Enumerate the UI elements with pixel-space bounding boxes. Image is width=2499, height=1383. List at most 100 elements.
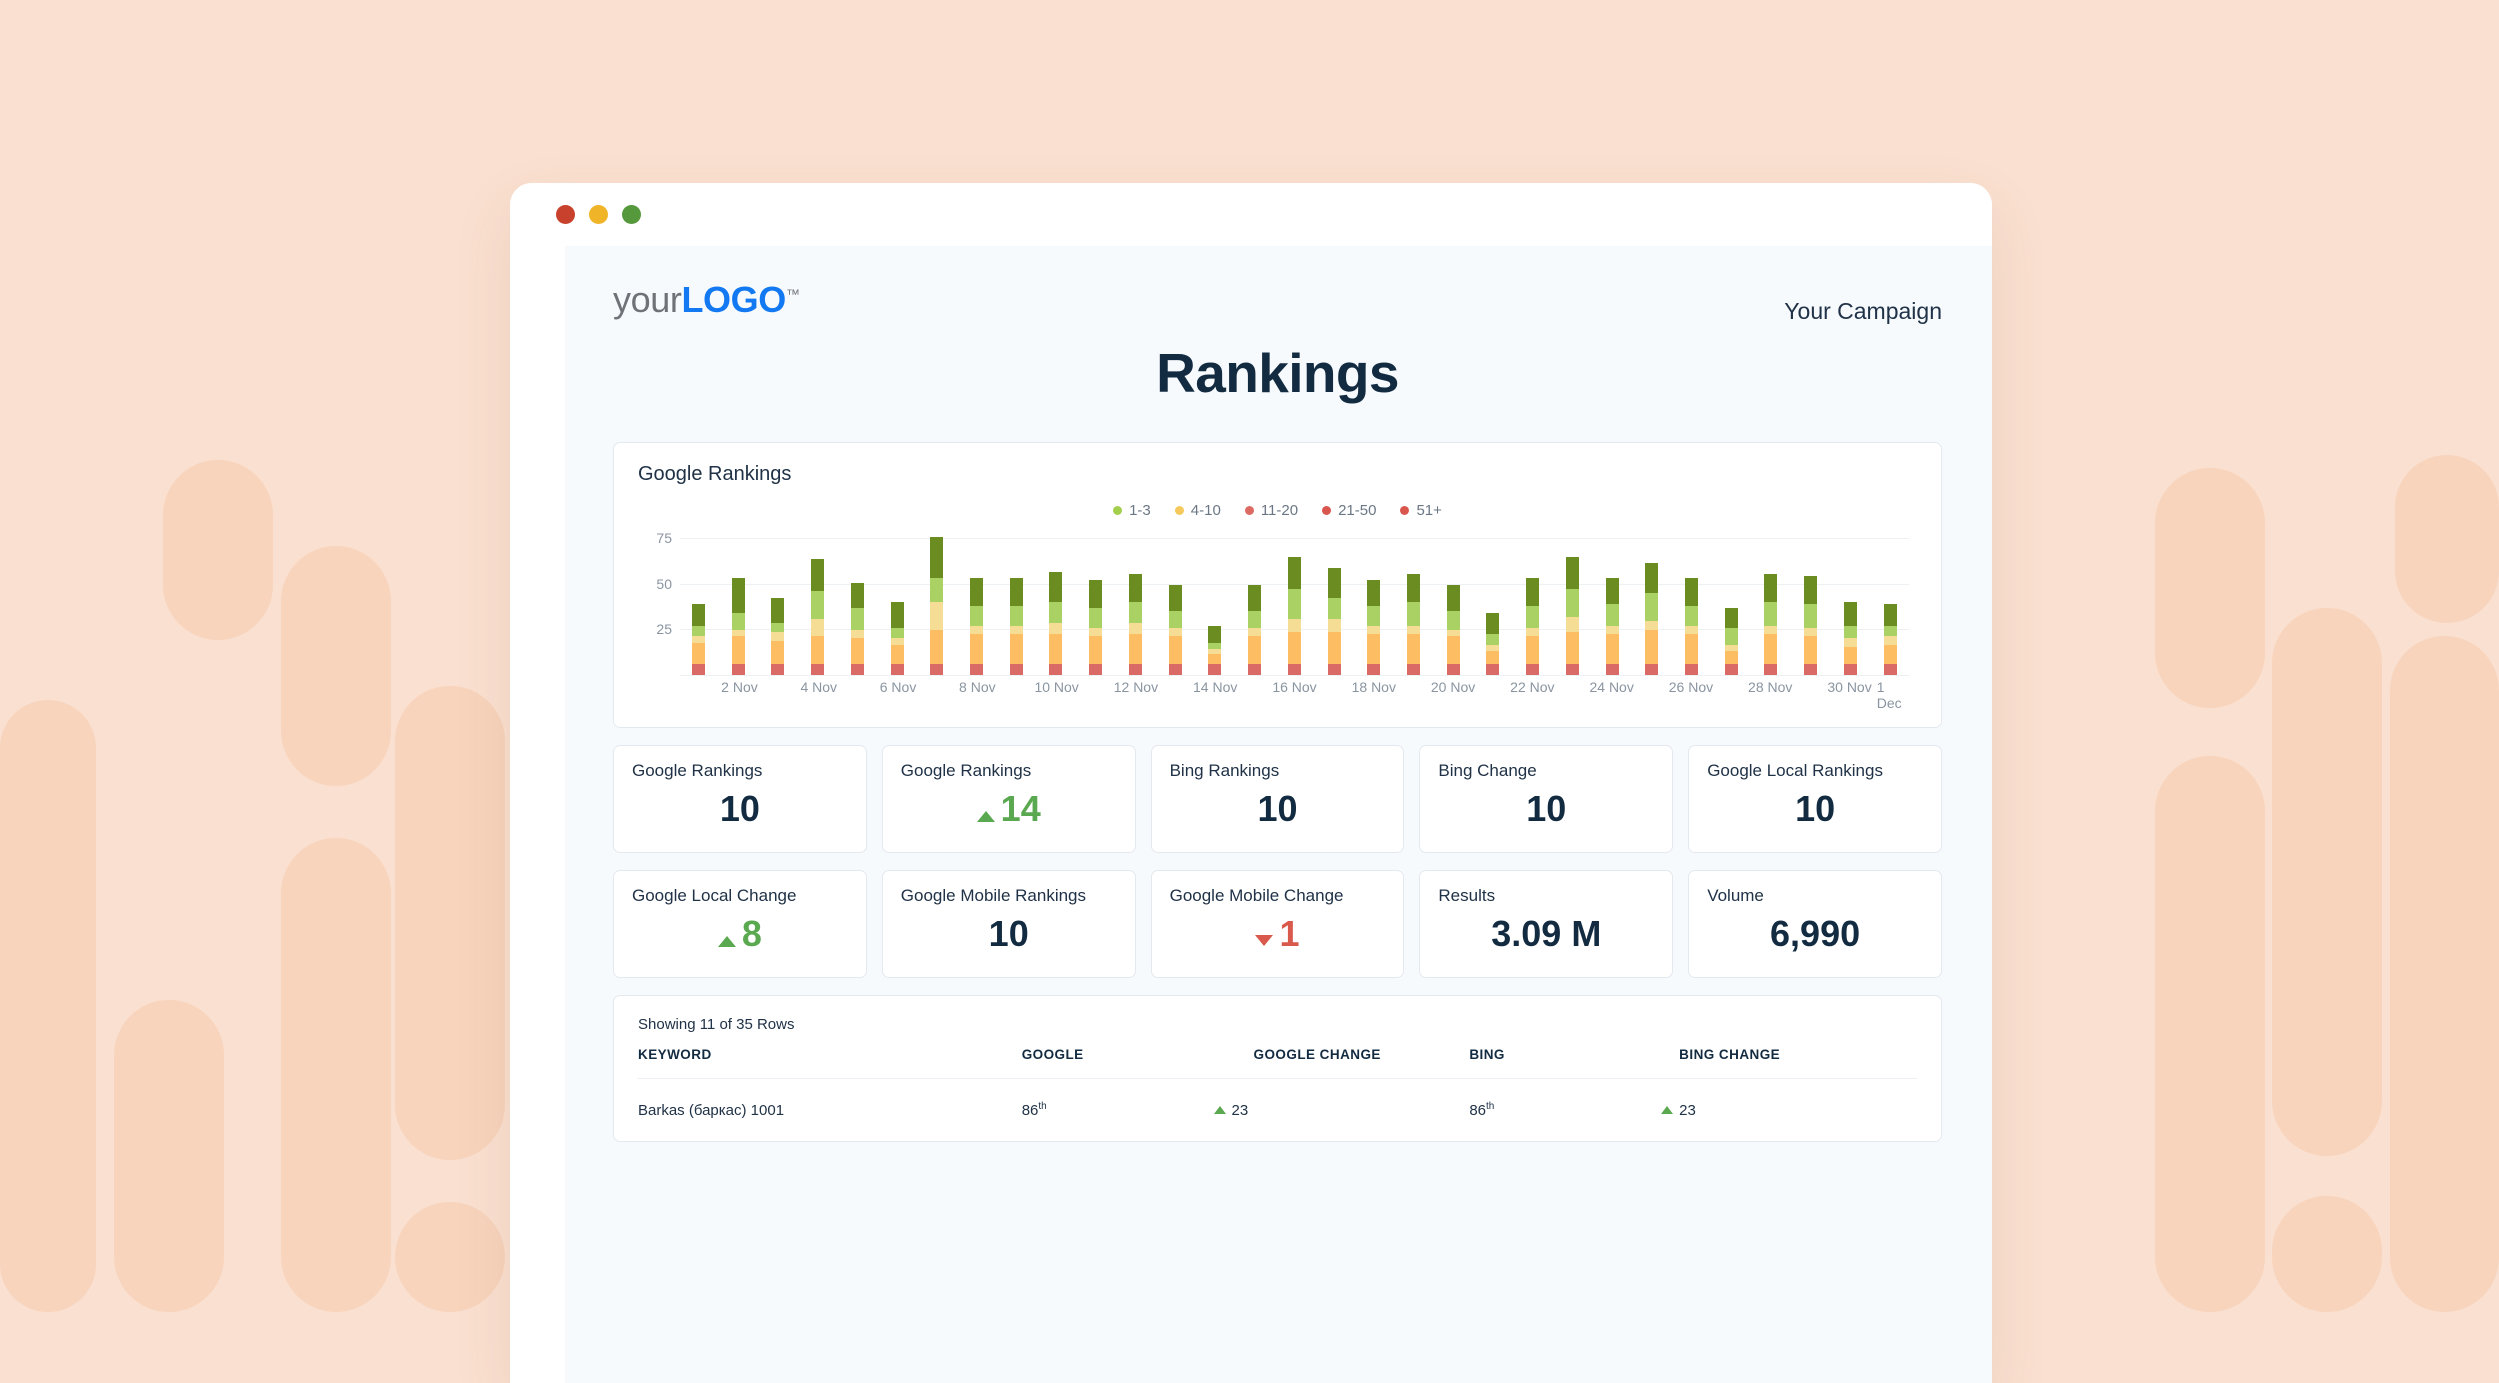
kpi-card[interactable]: Google Mobile Change 1 (1150, 870, 1405, 978)
chart-bar[interactable] (731, 578, 745, 675)
bar-segment-51+ (1645, 664, 1659, 675)
chart-bar[interactable] (1009, 578, 1023, 675)
chart-bar[interactable] (1327, 567, 1341, 675)
chart-bar[interactable] (1883, 604, 1897, 675)
kpi-number: 8 (741, 913, 762, 954)
maximize-window-button[interactable] (622, 205, 641, 224)
column-header-bing[interactable]: BING (1469, 1047, 1661, 1079)
deco-bar (163, 460, 273, 640)
kpi-card[interactable]: Google Local Rankings 10 (1688, 745, 1942, 853)
chart-bar[interactable] (1446, 584, 1460, 675)
bar-segment-1-3 (930, 537, 944, 579)
chart-bar[interactable] (890, 601, 904, 675)
column-header-google[interactable]: GOOGLE (1022, 1047, 1214, 1079)
bar-segment-51+ (1009, 664, 1023, 675)
chart-bar[interactable] (1248, 584, 1262, 675)
chart-bar[interactable] (1764, 573, 1778, 675)
change-value: 23 (1231, 1101, 1249, 1119)
kpi-value: 3.09 M (1420, 913, 1672, 955)
kpi-number: 10 (988, 913, 1029, 954)
column-header-google-change[interactable]: GOOGLE CHANGE (1214, 1047, 1470, 1079)
chart-bar[interactable] (1565, 556, 1579, 675)
close-window-button[interactable] (556, 205, 575, 224)
bar-segment-51+ (811, 664, 825, 675)
chart-bar[interactable] (1724, 608, 1738, 675)
table-row[interactable]: Barkas (баркас) 1001 86th 23 86th 23 (638, 1078, 1917, 1141)
chart-bar[interactable] (1208, 625, 1222, 675)
chart-plot-area: 25 50 75 2 Nov 4 Nov 6 Nov 8 Nov 10 Nov 12 Nov 1… (638, 529, 1917, 711)
chart-bar[interactable] (1406, 573, 1420, 675)
legend-item-1-3[interactable]: 1-3 (1113, 502, 1151, 519)
kpi-card[interactable]: Google Mobile Rankings 10 (881, 870, 1136, 978)
deco-bar (2155, 756, 2265, 1312)
bar-segment-21-50 (1049, 634, 1063, 665)
bar-segment-11-20 (1168, 627, 1182, 637)
legend-item-21-50[interactable]: 21-50 (1322, 502, 1376, 519)
column-header-keyword[interactable]: KEYWORD (638, 1047, 1022, 1079)
chart-bar[interactable] (1367, 580, 1381, 675)
bar-segment-51+ (1804, 664, 1818, 675)
bar-segment-1-3 (1724, 608, 1738, 628)
bar-segment-51+ (1526, 664, 1540, 675)
trend-up-icon (1661, 1106, 1674, 1115)
kpi-card[interactable]: Bing Rankings 10 (1150, 745, 1405, 853)
bar-segment-4-10 (1883, 625, 1897, 637)
legend-label: 11-20 (1260, 502, 1299, 519)
rank-ordinal-suffix: th (1038, 1101, 1047, 1112)
bar-segment-4-10 (1724, 627, 1738, 645)
bar-segment-21-50 (1605, 634, 1619, 665)
x-axis-tick: 8 Nov (959, 679, 996, 695)
chart-bar[interactable] (1287, 556, 1301, 675)
chart-bar[interactable] (1049, 571, 1063, 675)
bar-segment-51+ (970, 664, 984, 675)
kpi-card[interactable]: Google Rankings 14 (881, 745, 1136, 853)
bar-segment-1-3 (1049, 571, 1063, 602)
legend-item-11-20[interactable]: 11-20 (1244, 502, 1299, 519)
chart-bar[interactable] (1526, 578, 1540, 675)
kpi-number: 6,990 (1770, 913, 1861, 954)
kpi-label: Google Local Rankings (1707, 761, 1883, 780)
kpi-number: 1 (1279, 913, 1300, 954)
bar-segment-1-3 (970, 578, 984, 607)
bar-segment-51+ (1049, 664, 1063, 675)
chart-bar[interactable] (930, 537, 944, 675)
kpi-card[interactable]: Google Local Change 8 (613, 870, 867, 978)
kpi-card[interactable]: Bing Change 10 (1419, 745, 1674, 853)
y-axis-tick-25: 25 (656, 621, 672, 638)
kpi-card[interactable]: Volume 6,990 (1688, 870, 1942, 978)
legend-item-51+[interactable]: 51+ (1400, 502, 1442, 519)
chart-bar[interactable] (692, 604, 705, 675)
bar-segment-11-20 (811, 619, 825, 637)
bar-segment-21-50 (1565, 632, 1579, 665)
chart-bar[interactable] (1605, 578, 1619, 675)
chart-bar[interactable] (1804, 576, 1818, 675)
chart-bar[interactable] (811, 558, 825, 675)
chart-bar[interactable] (771, 597, 785, 675)
deco-bar (2155, 468, 2265, 708)
chart-bar[interactable] (970, 578, 984, 675)
kpi-card[interactable]: Results 3.09 M (1419, 870, 1674, 978)
legend-item-4-10[interactable]: 4-10 (1174, 502, 1221, 519)
minimize-window-button[interactable] (589, 205, 608, 224)
bar-segment-11-20 (1049, 623, 1063, 635)
bar-segment-21-50 (1486, 651, 1500, 665)
bar-segment-1-3 (1565, 556, 1579, 590)
y-axis-tick-75: 75 (656, 530, 672, 547)
bar-segment-4-10 (1605, 604, 1619, 626)
chart-bar[interactable] (1128, 573, 1142, 675)
bar-segment-21-50 (1526, 636, 1540, 665)
chart-bar[interactable] (1645, 563, 1659, 675)
bar-segment-11-20 (1764, 625, 1778, 635)
chart-bar[interactable] (1089, 580, 1103, 675)
chart-bar[interactable] (1684, 578, 1698, 675)
bar-segment-4-10 (930, 578, 944, 602)
chart-bar[interactable] (1843, 601, 1857, 675)
kpi-card[interactable]: Google Rankings 10 (613, 745, 867, 853)
bar-segment-4-10 (1486, 634, 1500, 645)
deco-bar (114, 1000, 224, 1312)
chart-bar[interactable] (850, 582, 864, 675)
chart-bar[interactable] (1486, 612, 1500, 675)
legend-dot-icon (1400, 506, 1410, 515)
chart-bar[interactable] (1168, 584, 1182, 675)
column-header-bing-change[interactable]: BING CHANGE (1661, 1047, 1917, 1079)
